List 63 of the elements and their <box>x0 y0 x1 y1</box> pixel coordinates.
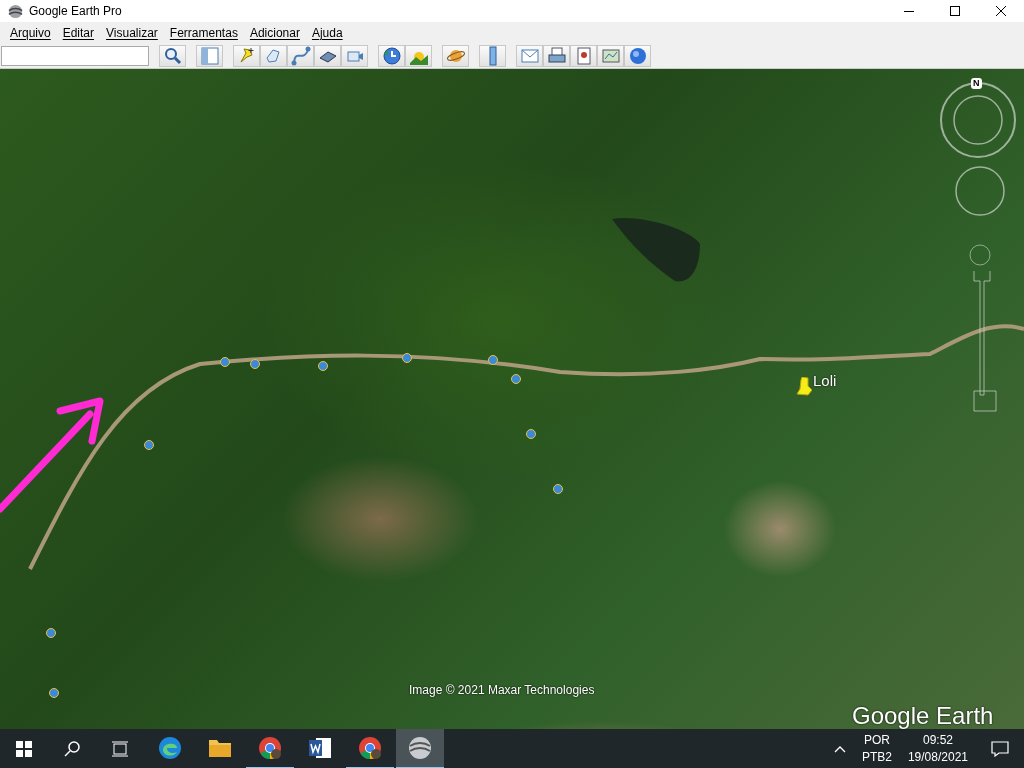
north-indicator: N <box>971 78 982 89</box>
polygon-button[interactable] <box>260 44 287 67</box>
globe-icon <box>8 3 23 19</box>
planet-button[interactable] <box>442 44 469 67</box>
speech-bubble-icon <box>991 741 1009 757</box>
sunlight-button[interactable] <box>405 44 432 67</box>
place-marker-icon[interactable] <box>49 688 59 698</box>
minimize-icon <box>904 10 914 12</box>
place-marker-icon[interactable] <box>220 357 230 367</box>
menu-item[interactable]: Ferramentas <box>163 25 244 40</box>
placemark-label[interactable]: Loli <box>813 372 837 389</box>
place-marker-icon[interactable] <box>46 628 56 638</box>
globe-icon <box>408 736 432 760</box>
globe-icon <box>627 45 648 66</box>
search-icon <box>163 46 182 65</box>
sidebar-icon <box>199 45 220 66</box>
place-marker-icon[interactable] <box>553 484 563 494</box>
place-marker-icon[interactable] <box>250 359 260 369</box>
place-marker-icon[interactable] <box>511 374 521 384</box>
edge-icon <box>158 736 182 760</box>
clock-time[interactable]: 09:52 <box>922 732 953 749</box>
menu-item[interactable]: Arquivo <box>4 25 57 40</box>
image-attribution: Image © 2021 Maxar Technologies <box>409 683 595 697</box>
path-icon <box>290 45 311 66</box>
menu-item[interactable]: Editar <box>56 25 101 40</box>
chrome-icon <box>358 736 382 760</box>
close-icon <box>996 6 1006 16</box>
word-icon <box>308 737 332 759</box>
clock-icon <box>381 45 402 66</box>
window-title: Google Earth Pro <box>29 4 122 18</box>
clock-date[interactable]: 19/08/2021 <box>907 749 968 766</box>
place-marker-icon[interactable] <box>526 429 536 439</box>
print-icon <box>546 45 567 66</box>
pushpin-icon[interactable] <box>796 377 813 397</box>
folder-icon <box>208 738 232 758</box>
menu-item[interactable]: Ajuda <box>305 25 349 40</box>
place-marker-icon[interactable] <box>318 361 328 371</box>
menu-item[interactable]: Adicionar <box>243 25 306 40</box>
path-button[interactable] <box>287 44 314 67</box>
ruler-button[interactable] <box>479 44 506 67</box>
search-button[interactable] <box>159 44 186 67</box>
overlay-button[interactable] <box>314 44 341 67</box>
maximize-icon <box>950 6 960 16</box>
search-field[interactable] <box>1 45 149 66</box>
tour-button[interactable] <box>341 44 368 67</box>
placemark-button[interactable] <box>233 44 260 67</box>
print-button[interactable] <box>543 44 570 67</box>
clock-button[interactable] <box>378 44 405 67</box>
chevron-up-icon[interactable] <box>833 745 846 753</box>
task-view-icon <box>111 741 129 757</box>
keyboard-layout[interactable]: PTB2 <box>861 749 892 766</box>
place-marker-icon[interactable] <box>402 353 412 363</box>
chrome-icon <box>258 736 282 760</box>
menu-item[interactable]: Visualizar <box>100 25 164 40</box>
save-image-button[interactable] <box>570 44 597 67</box>
globe-button[interactable] <box>624 44 651 67</box>
map-button[interactable] <box>597 44 624 67</box>
windows-icon <box>16 741 32 757</box>
place-marker-icon[interactable] <box>144 440 154 450</box>
search-icon <box>64 741 80 757</box>
language-indicator[interactable]: POR <box>863 732 890 749</box>
place-marker-icon[interactable] <box>488 355 498 365</box>
map-logo: Google Earth <box>852 702 994 730</box>
